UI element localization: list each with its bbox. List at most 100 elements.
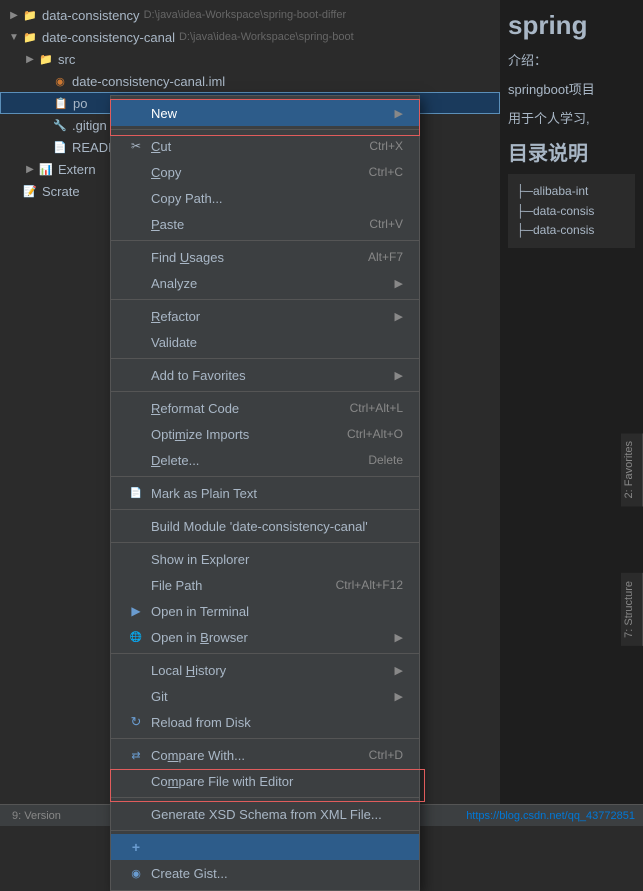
menu-item-local-history[interactable]: Local History ▶ xyxy=(111,657,419,683)
menu-label: Reformat Code xyxy=(151,401,330,416)
cut-icon: ✂ xyxy=(127,137,145,155)
expand-arrow: ▶ xyxy=(24,53,36,65)
right-panel-title: spring xyxy=(508,10,635,41)
local-history-icon xyxy=(127,661,145,679)
pom-icon: 📋 xyxy=(53,95,69,111)
tree-path: D:\java\idea-Workspace\spring-boot xyxy=(179,31,354,43)
menu-label: Add to Favorites xyxy=(151,368,391,383)
tree-label: src xyxy=(58,52,75,67)
menu-label: Compare File with Editor xyxy=(151,774,403,789)
menu-item-compare-editor[interactable]: Compare File with Editor xyxy=(111,768,419,794)
menu-label: Create Gist... xyxy=(151,866,403,881)
expand-arrow xyxy=(38,75,50,87)
submenu-arrow: ▶ xyxy=(395,369,403,382)
menu-item-compare-with[interactable]: ⇄ Compare With... Ctrl+D xyxy=(111,742,419,768)
right-panel-intro-text2: 用于个人学习, xyxy=(508,109,635,130)
compare-icon: ⇄ xyxy=(127,746,145,764)
dir-item-2: ├─data-consis xyxy=(516,202,627,221)
submenu-arrow: ▶ xyxy=(395,631,403,644)
readme-icon: 📄 xyxy=(52,139,68,155)
right-panel-dir-label: 目录说明 xyxy=(508,137,635,166)
menu-item-create-gist[interactable]: ◉ Create Gist... xyxy=(111,860,419,886)
menu-item-show-explorer[interactable]: Show in Explorer xyxy=(111,546,419,572)
submenu-arrow: ▶ xyxy=(395,107,403,120)
optimize-icon xyxy=(127,425,145,443)
gist-icon: ◉ xyxy=(127,864,145,882)
menu-shortcut: Delete xyxy=(368,453,403,467)
menu-item-paste[interactable]: Paste Ctrl+V xyxy=(111,211,419,237)
submenu-arrow: ▶ xyxy=(395,310,403,323)
menu-item-file-path[interactable]: File Path Ctrl+Alt+F12 xyxy=(111,572,419,598)
menu-item-add-maven[interactable]: + xyxy=(111,834,419,860)
menu-label: File Path xyxy=(151,578,316,593)
analyze-icon xyxy=(127,274,145,292)
tree-label: READI xyxy=(72,140,112,155)
menu-item-generate-xsd[interactable]: Generate XSD Schema from XML File... xyxy=(111,801,419,827)
expand-arrow xyxy=(8,185,20,197)
compare-editor-icon xyxy=(127,772,145,790)
reload-icon: ↻ xyxy=(127,713,145,731)
external-icon: 📊 xyxy=(38,161,54,177)
menu-item-build-module[interactable]: Build Module 'date-consistency-canal' xyxy=(111,513,419,539)
tree-item-date-consistency-canal[interactable]: ▼ 📁 date-consistency-canal D:\java\idea-… xyxy=(0,26,500,48)
build-icon xyxy=(127,517,145,535)
menu-label: Open in Browser xyxy=(151,630,391,645)
dir-item-1: ├─alibaba-int xyxy=(516,182,627,201)
bottom-url[interactable]: https://blog.csdn.net/qq_43772851 xyxy=(466,810,635,822)
xsd-icon xyxy=(127,805,145,823)
tree-path: D:\java\idea-Workspace\spring-boot-diffe… xyxy=(144,9,347,21)
tree-label: .gitign xyxy=(72,118,107,133)
menu-item-find-usages[interactable]: Find Usages Alt+F7 xyxy=(111,244,419,270)
tree-item-iml[interactable]: ◉ date-consistency-canal.iml xyxy=(0,70,500,92)
menu-divider xyxy=(111,240,419,241)
expand-arrow xyxy=(39,97,51,109)
menu-item-open-browser[interactable]: 🌐 Open in Browser ▶ xyxy=(111,624,419,650)
menu-label: Optimize Imports xyxy=(151,427,327,442)
tree-label: po xyxy=(73,96,87,111)
menu-item-new[interactable]: New ▶ xyxy=(111,100,419,126)
tree-item-src[interactable]: ▶ 📁 src xyxy=(0,48,500,70)
menu-label: Open in Terminal xyxy=(151,604,403,619)
menu-item-reformat[interactable]: Reformat Code Ctrl+Alt+L xyxy=(111,395,419,421)
menu-item-analyze[interactable]: Analyze ▶ xyxy=(111,270,419,296)
file-path-icon xyxy=(127,576,145,594)
submenu-arrow: ▶ xyxy=(395,664,403,677)
right-panel-code: ├─alibaba-int ├─data-consis ├─data-consi… xyxy=(508,174,635,248)
folder-icon: 📁 xyxy=(22,29,38,45)
menu-item-validate[interactable]: Validate xyxy=(111,329,419,355)
menu-shortcut: Alt+F7 xyxy=(368,250,403,264)
tree-label: date-consistency-canal xyxy=(42,30,175,45)
menu-item-copy[interactable]: Copy Ctrl+C xyxy=(111,159,419,185)
menu-item-optimize[interactable]: Optimize Imports Ctrl+Alt+O xyxy=(111,421,419,447)
sidebar-tab-favorites[interactable]: 2: Favorites xyxy=(621,433,643,506)
tree-item-data-consistency[interactable]: ▶ 📁 data-consistency D:\java\idea-Worksp… xyxy=(0,4,500,26)
menu-label: Cut xyxy=(151,139,349,154)
menu-divider xyxy=(111,476,419,477)
menu-item-delete[interactable]: Delete... Delete xyxy=(111,447,419,473)
scratches-icon: 📝 xyxy=(22,183,38,199)
menu-item-add-favorites[interactable]: Add to Favorites ▶ xyxy=(111,362,419,388)
find-icon xyxy=(127,248,145,266)
menu-divider xyxy=(111,830,419,831)
menu-label: Validate xyxy=(151,335,403,350)
menu-shortcut: Ctrl+C xyxy=(369,165,403,179)
menu-item-git[interactable]: Git ▶ xyxy=(111,683,419,709)
menu-item-copy-path[interactable]: Copy Path... xyxy=(111,185,419,211)
menu-item-refactor[interactable]: Refactor ▶ xyxy=(111,303,419,329)
terminal-icon: ▶ xyxy=(127,602,145,620)
menu-item-reload-disk[interactable]: ↻ Reload from Disk xyxy=(111,709,419,735)
menu-item-cut[interactable]: ✂ Cut Ctrl+X xyxy=(111,133,419,159)
bottom-tab-version[interactable]: 9: Version xyxy=(8,808,65,824)
menu-item-mark-plain[interactable]: 📄 Mark as Plain Text xyxy=(111,480,419,506)
menu-label: Generate XSD Schema from XML File... xyxy=(151,807,403,822)
menu-label: Git xyxy=(151,689,391,704)
menu-divider xyxy=(111,509,419,510)
explorer-icon xyxy=(127,550,145,568)
menu-item-open-terminal[interactable]: ▶ Open in Terminal xyxy=(111,598,419,624)
right-panel-intro-label: 介绍： xyxy=(508,51,635,72)
menu-label-new: New xyxy=(151,106,391,121)
tree-label: date-consistency-canal.iml xyxy=(72,74,225,89)
right-panel: spring 介绍： springboot项目 用于个人学习, 目录说明 ├─a… xyxy=(500,0,643,826)
menu-shortcut: Ctrl+Alt+O xyxy=(347,427,403,441)
sidebar-tab-structure[interactable]: 7: Structure xyxy=(621,573,643,646)
